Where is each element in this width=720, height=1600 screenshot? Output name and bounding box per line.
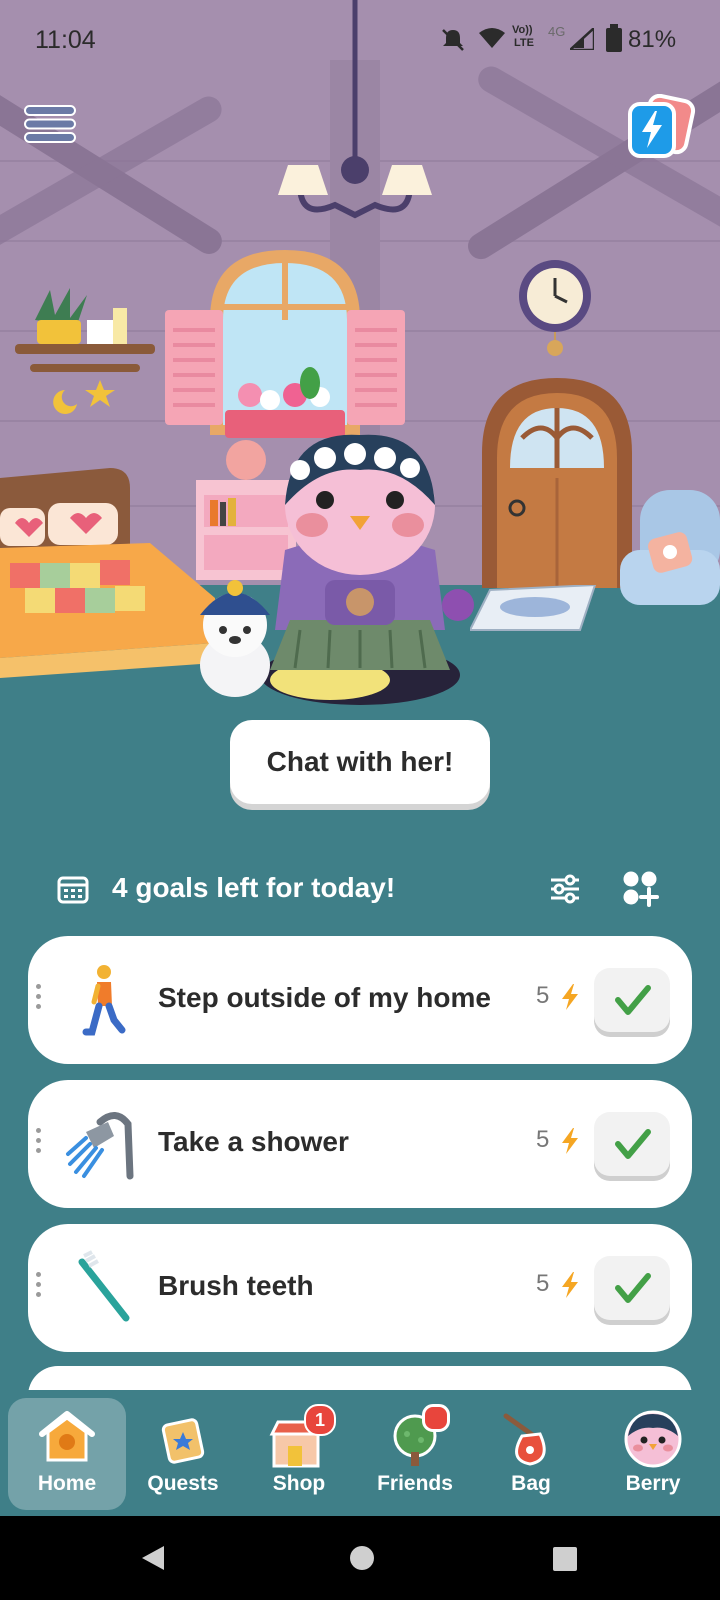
armchair — [620, 490, 720, 605]
berry-avatar-icon — [624, 1410, 682, 1468]
energy-button[interactable] — [624, 93, 696, 162]
lte-label: LTE — [514, 37, 534, 49]
complete-goal-button[interactable] — [594, 1112, 670, 1176]
lightning-icon — [562, 1128, 578, 1154]
wifi-icon — [479, 28, 505, 48]
add-goal-button[interactable] — [622, 870, 660, 908]
room-scene[interactable] — [0, 0, 720, 830]
drag-handle-icon[interactable] — [36, 984, 42, 1014]
lightning-icon — [562, 984, 578, 1010]
status-bar: 11:04 Vo)) LTE 4G 81% — [0, 0, 720, 76]
network-type-label: 4G — [548, 24, 566, 39]
goals-header: 4 goals left for today! — [0, 860, 720, 920]
goal-card[interactable]: Step outside of my home 5 — [28, 936, 692, 1064]
drag-handle-icon[interactable] — [36, 1272, 42, 1302]
add-widget-icon — [623, 871, 659, 907]
polar-bear-plush — [200, 580, 270, 697]
bottom-nav: Home Quests 1 Shop Friends Bag Berry — [0, 1390, 720, 1516]
status-time: 11:04 — [35, 26, 96, 54]
complete-goal-button[interactable] — [594, 1256, 670, 1320]
toothbrush-icon — [78, 1250, 130, 1322]
back-icon[interactable] — [140, 1544, 166, 1572]
volte-label: Vo)) — [512, 24, 533, 36]
wall-shelf — [15, 288, 155, 414]
nav-label: Shop — [272, 1472, 326, 1495]
goal-title: Brush teeth — [158, 1270, 314, 1301]
nav-home[interactable]: Home — [8, 1398, 126, 1510]
checkmark-icon — [615, 1273, 651, 1303]
home-icon — [39, 1411, 95, 1462]
goal-title: Step outside of my home — [158, 982, 491, 1013]
menu-button[interactable] — [24, 104, 76, 144]
complete-goal-button[interactable] — [594, 968, 670, 1032]
nav-shop[interactable]: 1 Shop — [240, 1390, 358, 1516]
nav-label: Bag — [511, 1472, 551, 1495]
checkmark-icon — [615, 985, 651, 1015]
nav-label: Friends — [377, 1472, 453, 1495]
battery-percent: 81% — [628, 26, 677, 53]
system-navigation-bar — [0, 1516, 720, 1600]
berry-character[interactable] — [250, 430, 490, 710]
nav-friends[interactable]: Friends — [356, 1390, 474, 1516]
shop-badge: 1 — [304, 1404, 336, 1436]
bag-icon — [503, 1413, 546, 1466]
goals-remaining-text: 4 goals left for today! — [112, 872, 396, 903]
hamburger-menu-icon — [24, 105, 76, 143]
nav-berry[interactable]: Berry — [594, 1390, 712, 1516]
goal-points: 5 — [536, 1270, 550, 1297]
goal-points: 5 — [536, 1126, 550, 1153]
nav-label: Quests — [147, 1472, 219, 1495]
nav-label: Home — [37, 1472, 97, 1495]
window — [165, 250, 405, 438]
lightning-icon — [562, 1272, 578, 1298]
calendar-icon — [57, 876, 89, 904]
quests-icon — [161, 1418, 205, 1464]
filter-button[interactable] — [548, 872, 582, 906]
sliders-icon — [551, 874, 579, 904]
mute-icon — [442, 29, 464, 51]
nav-label: Berry — [625, 1472, 681, 1495]
drag-handle-icon[interactable] — [36, 1128, 42, 1158]
walking-person-icon — [82, 965, 126, 1036]
chat-with-her-button[interactable]: Chat with her! — [230, 720, 490, 804]
nav-bag[interactable]: Bag — [472, 1390, 590, 1516]
recents-icon[interactable] — [552, 1546, 578, 1572]
battery-icon — [606, 24, 622, 52]
lightning-card-icon — [628, 93, 696, 158]
friends-notification-dot — [422, 1404, 450, 1432]
wall-clock-icon — [519, 260, 591, 356]
checkmark-icon — [615, 1129, 651, 1159]
goal-points: 5 — [536, 982, 550, 1009]
floor-rug — [470, 585, 597, 631]
goal-title: Take a shower — [158, 1126, 349, 1157]
home-circle-icon[interactable] — [348, 1544, 376, 1572]
nav-quests[interactable]: Quests — [124, 1390, 242, 1516]
signal-icon — [570, 28, 594, 50]
door[interactable] — [482, 378, 632, 588]
shower-icon — [66, 1112, 134, 1180]
goal-card[interactable]: Take a shower 5 — [28, 1080, 692, 1208]
goal-card[interactable]: Brush teeth 5 — [28, 1224, 692, 1352]
